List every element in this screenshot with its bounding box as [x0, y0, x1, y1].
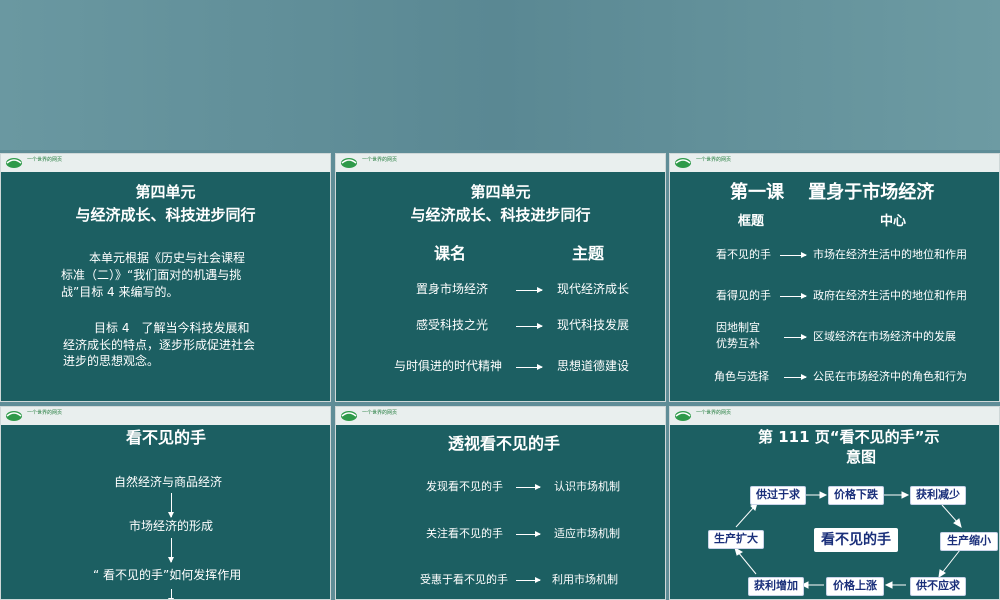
center-text: 政府在经济生活中的地位和作用 [813, 289, 967, 302]
cycle-node-supply-insufficient: 供不应求 [910, 577, 966, 596]
desktop-background-band [0, 0, 1000, 150]
logo-icon [675, 158, 691, 168]
frame-name: 因地制宜 [716, 321, 760, 334]
arrow-icon [516, 287, 543, 293]
logo-text: 一个世界的网页 [696, 157, 732, 163]
cycle-node-profit-down: 获利减少 [910, 486, 966, 505]
flow-step: “ 看不见的手”如何发挥作用 [93, 568, 242, 582]
slide-header-bar: 一个世界的网页 [336, 407, 665, 425]
flow-right: 利用市场机制 [552, 573, 618, 586]
theme-name: 现代科技发展 [557, 318, 630, 332]
lesson-name: 感受科技之光 [416, 318, 489, 332]
center-text: 区域经济在市场经济中的发展 [813, 330, 956, 343]
cycle-node-production-expand: 生产扩大 [708, 530, 764, 549]
down-arrow-icon [168, 538, 174, 563]
column-header-frame: 框题 [738, 214, 765, 229]
slide-thumbnail-4[interactable]: 一个世界的网页 看不见的手 自然经济与商品经济 市场经济的形成 “ 看不见的手”… [0, 406, 331, 600]
flow-step: 自然经济与商品经济 [114, 475, 223, 489]
slide-subtitle: 与经济成长、科技进步同行 [410, 206, 591, 224]
arrow-icon [516, 364, 543, 370]
theme-name: 思想道德建设 [557, 359, 630, 373]
frame-name: 角色与选择 [714, 370, 769, 383]
paragraph-line: 标准（二）》“我们面对的机遇与挑 [61, 268, 242, 282]
paragraph-line: 目标 4 了解当今科技发展和 [94, 321, 250, 335]
flow-right: 认识市场机制 [554, 480, 620, 493]
cycle-node-supply-exceeds: 供过于求 [750, 486, 806, 505]
paragraph-line: 本单元根据《历史与社会课程 [89, 251, 246, 265]
slide-title: 第四单元 [470, 183, 531, 201]
slide-title: 第四单元 [135, 183, 196, 201]
down-arrow-icon [168, 493, 174, 518]
logo-text: 一个世界的网页 [362, 157, 398, 163]
logo-text: 一个世界的网页 [27, 157, 63, 163]
logo-text: 一个世界的网页 [27, 410, 63, 416]
arrow-icon [516, 531, 541, 537]
arrow-icon [516, 323, 543, 329]
cycle-node-price-up: 价格上涨 [826, 577, 884, 596]
column-header-theme: 主题 [572, 244, 605, 263]
logo-text: 一个世界的网页 [362, 410, 398, 416]
cycle-node-profit-up: 获利增加 [748, 577, 804, 596]
slide-subtitle: 与经济成长、科技进步同行 [75, 206, 256, 224]
slide-header-bar: 一个世界的网页 [670, 154, 999, 172]
arrow-icon [784, 334, 807, 340]
arrow-icon [516, 484, 541, 490]
flow-left: 发现看不见的手 [426, 480, 503, 493]
down-arrow-icon [168, 589, 174, 599]
arrow-icon [780, 293, 807, 299]
arrow-icon [784, 374, 807, 380]
center-text: 市场在经济生活中的地位和作用 [813, 248, 967, 261]
paragraph-line: 战”目标 4 来编写的。 [61, 285, 179, 299]
flow-left: 关注看不见的手 [426, 527, 503, 540]
slide-title: 透视看不见的手 [448, 434, 561, 453]
arrow-icon [780, 252, 807, 258]
column-header-lesson: 课名 [434, 244, 467, 263]
cycle-node-price-down: 价格下跌 [828, 486, 884, 505]
lesson-name: 置身市场经济 [416, 282, 489, 296]
flow-left: 受惠于看不见的手 [420, 573, 508, 586]
paragraph-line: 经济成长的特点，逐步形成促进社会 [63, 338, 256, 352]
slide-header-bar: 一个世界的网页 [1, 407, 330, 425]
slide-thumbnail-1[interactable]: 一个世界的网页 第四单元 与经济成长、科技进步同行 本单元根据《历史与社会课程 … [0, 153, 331, 402]
logo-icon [6, 158, 22, 168]
logo-icon [341, 411, 357, 421]
frame-name: 优势互补 [716, 337, 760, 350]
slide-thumbnail-3[interactable]: 一个世界的网页 第一课 置身于市场经济 框题 中心 看不见的手 市场在经济生活中… [669, 153, 1000, 402]
logo-icon [6, 411, 22, 421]
slide-header-bar: 一个世界的网页 [1, 154, 330, 172]
slide-thumbnail-6[interactable]: 一个世界的网页 第 111 页“看不见的手”示 意图 供过于求 价格下跌 获利减… [669, 406, 1000, 600]
frame-name: 看不见的手 [716, 248, 771, 261]
lesson-name: 与时俱进的时代精神 [394, 359, 503, 373]
center-text: 公民在市场经济中的角色和行为 [813, 370, 967, 383]
slide-title: 看不见的手 [126, 428, 207, 447]
arrow-icon [516, 577, 541, 583]
flow-step: 市场经济的形成 [129, 519, 214, 533]
theme-name: 现代经济成长 [557, 282, 630, 296]
flow-right: 适应市场机制 [554, 527, 620, 540]
slide-title: 第一课 置身于市场经济 [730, 182, 935, 203]
column-header-center: 中心 [880, 214, 907, 229]
slide-header-bar: 一个世界的网页 [336, 154, 665, 172]
center-label: 看不见的手 [814, 528, 898, 552]
logo-icon [341, 158, 357, 168]
cycle-node-production-shrink: 生产缩小 [940, 532, 998, 551]
paragraph-line: 进步的思想观念。 [63, 354, 160, 368]
slide-thumbnail-2[interactable]: 一个世界的网页 第四单元 与经济成长、科技进步同行 课名 主题 置身市场经济 现… [335, 153, 666, 402]
slide-thumbnail-5[interactable]: 一个世界的网页 透视看不见的手 发现看不见的手 认识市场机制 关注看不见的手 适… [335, 406, 666, 600]
frame-name: 看得见的手 [716, 289, 771, 302]
